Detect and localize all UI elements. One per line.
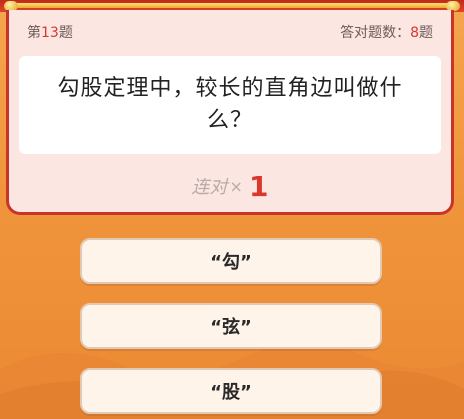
correct-count-suffix: 题: [419, 25, 433, 41]
correct-count-label: 答对题数：: [340, 25, 411, 41]
question-number-value: 13: [41, 25, 59, 41]
question-box: 勾股定理中，较长的直角边叫做什么？: [19, 56, 441, 154]
card-header: 第13题 答对题数：8题: [9, 10, 451, 54]
correct-count: 答对题数：8题: [340, 22, 433, 42]
question-number-suffix: 题: [58, 25, 73, 41]
answer-option-3[interactable]: “股”: [80, 368, 382, 414]
streak-label: 连对: [191, 177, 228, 198]
question-number-prefix: 第: [27, 25, 41, 41]
streak-multiply: ×: [229, 176, 243, 196]
streak-counter: 连对 × 1: [9, 166, 451, 206]
streak-count: 1: [248, 169, 269, 203]
answer-option-2[interactable]: “弦”: [80, 303, 382, 349]
correct-count-value: 8: [410, 25, 419, 41]
question-text: 勾股定理中，较长的直角边叫做什么？: [57, 76, 403, 133]
question-number: 第13题: [27, 22, 73, 42]
answer-option-1[interactable]: “勾”: [80, 238, 382, 284]
top-rail: [10, 3, 454, 8]
question-card: 第13题 答对题数：8题 勾股定理中，较长的直角边叫做什么？ 连对 × 1: [6, 10, 454, 215]
